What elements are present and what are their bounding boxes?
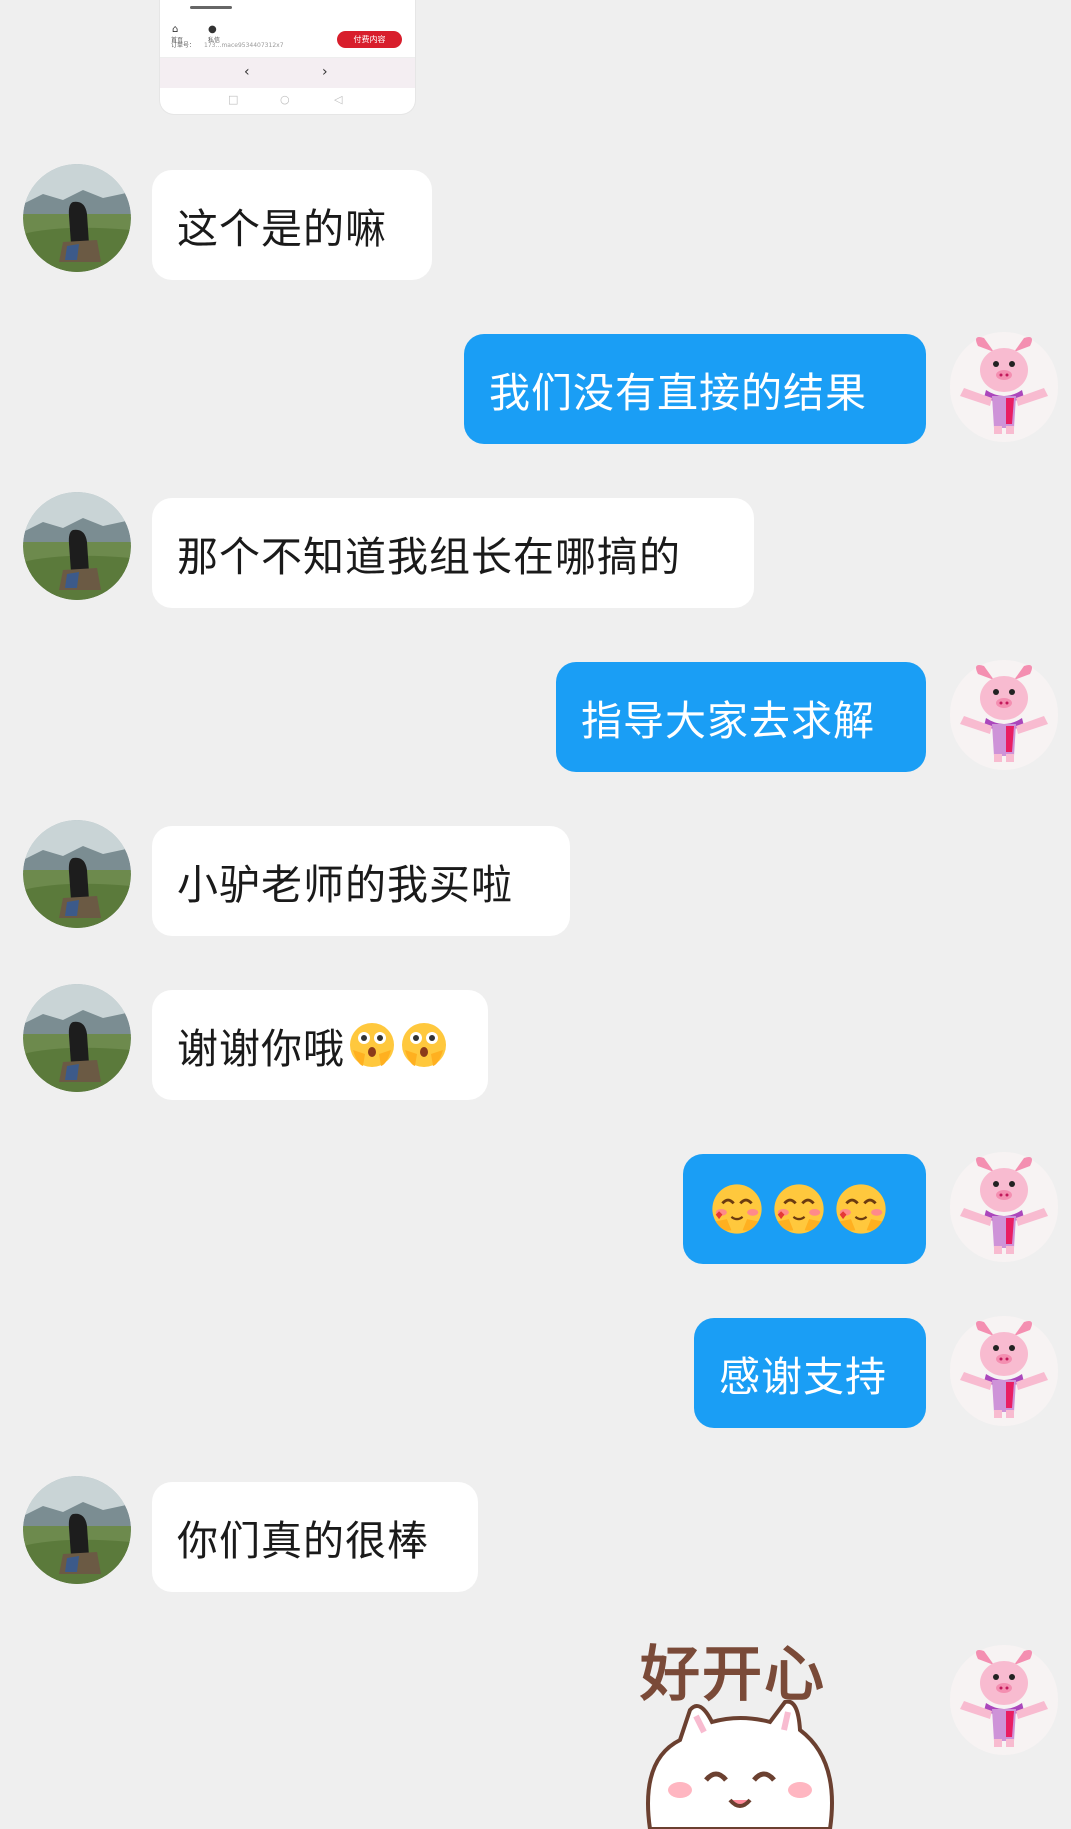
pig-avatar-icon <box>950 1645 1058 1755</box>
blushing-heart-face-icon <box>772 1182 826 1236</box>
pig-avatar-icon <box>950 332 1058 442</box>
message-text: 指导大家去求解 <box>581 697 875 745</box>
pig-avatar-icon <box>950 1152 1058 1262</box>
message-bubble-incoming[interactable]: 这个是的嘛 <box>152 170 432 280</box>
message-bubble-incoming[interactable]: 小驴老师的我买啦 <box>152 826 570 936</box>
screenshot-nav-row: ‹ › <box>160 58 415 88</box>
square-icon: □ <box>228 93 239 106</box>
message-bubble-incoming[interactable]: 谢谢你哦 <box>152 990 488 1100</box>
message-bubble-incoming[interactable]: 你们真的很棒 <box>152 1482 478 1592</box>
pig-avatar-icon <box>950 660 1058 770</box>
user-avatar[interactable] <box>950 660 1058 770</box>
chat-icon: ● <box>208 24 217 35</box>
user-avatar[interactable] <box>950 1645 1058 1755</box>
screenshot-system-nav: □ ○ ◁ <box>160 90 415 114</box>
landscape-avatar-icon <box>23 164 131 272</box>
circle-icon: ○ <box>280 93 290 106</box>
back-arrow-icon: ‹ <box>244 64 250 80</box>
home-icon: ⌂ <box>172 24 179 35</box>
pay-content-button: 付费内容 <box>337 31 402 48</box>
forward-arrow-icon: › <box>322 64 328 80</box>
user-avatar[interactable] <box>950 1316 1058 1426</box>
blushing-heart-face-icon <box>834 1182 888 1236</box>
contact-avatar[interactable] <box>23 1476 131 1584</box>
happy-white-cat-icon <box>646 1700 834 1829</box>
message-bubble-incoming[interactable]: 那个不知道我组长在哪搞的 <box>152 498 754 608</box>
message-bubble-outgoing[interactable]: 我们没有直接的结果 <box>464 334 926 444</box>
triangle-back-icon: ◁ <box>334 93 343 106</box>
message-bubble-outgoing[interactable]: 指导大家去求解 <box>556 662 926 772</box>
scared-face-icon <box>402 1023 446 1067</box>
message-bubble-outgoing[interactable]: 感谢支持 <box>694 1318 926 1428</box>
order-number: 173…mace9534407312x7 <box>204 42 284 49</box>
scared-face-icon <box>350 1023 394 1067</box>
contact-avatar[interactable] <box>23 984 131 1092</box>
landscape-avatar-icon <box>23 820 131 928</box>
screenshot-top-line <box>190 6 232 9</box>
message-bubble-outgoing[interactable] <box>683 1154 926 1264</box>
landscape-avatar-icon <box>23 984 131 1092</box>
landscape-avatar-icon <box>23 1476 131 1584</box>
message-text: 你们真的很棒 <box>177 1517 429 1565</box>
contact-avatar[interactable] <box>23 820 131 928</box>
user-avatar[interactable] <box>950 332 1058 442</box>
contact-avatar[interactable] <box>23 164 131 272</box>
user-avatar[interactable] <box>950 1152 1058 1262</box>
sticker-message[interactable]: 好开心 <box>610 1640 880 1829</box>
message-text: 我们没有直接的结果 <box>489 369 867 417</box>
message-text: 这个是的嘛 <box>177 205 387 253</box>
blushing-heart-face-icon <box>710 1182 764 1236</box>
message-text: 谢谢你哦 <box>177 1025 345 1073</box>
landscape-avatar-icon <box>23 492 131 600</box>
order-prefix: 订单号： <box>171 42 196 49</box>
screenshot-bottom-bar: ⌂ 首页 ● 私信 订单号： 173…mace9534407312x7 付费内容 <box>160 22 415 58</box>
message-text: 小驴老师的我买啦 <box>177 861 513 909</box>
shared-screenshot[interactable]: ⌂ 首页 ● 私信 订单号： 173…mace9534407312x7 付费内容… <box>160 0 415 114</box>
pig-avatar-icon <box>950 1316 1058 1426</box>
message-text: 感谢支持 <box>719 1353 887 1401</box>
message-text: 那个不知道我组长在哪搞的 <box>177 533 681 581</box>
contact-avatar[interactable] <box>23 492 131 600</box>
